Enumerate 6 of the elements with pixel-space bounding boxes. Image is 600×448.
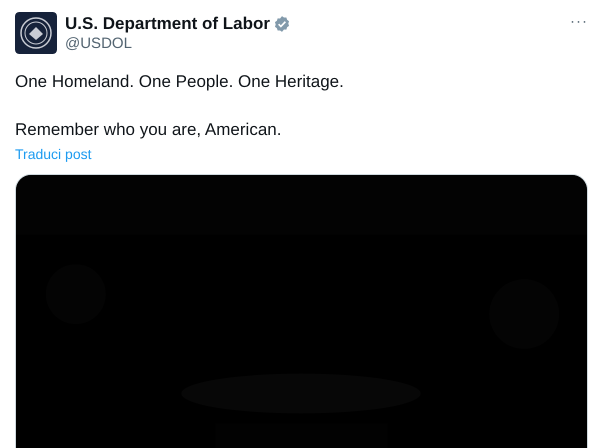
more-button[interactable]: ··· bbox=[570, 14, 588, 29]
author-handle[interactable]: @USDOL bbox=[65, 34, 291, 54]
author-name[interactable]: U.S. Department of Labor bbox=[65, 14, 270, 34]
post-text: Remember who you are, American. bbox=[15, 119, 282, 141]
seal-avatar-icon[interactable] bbox=[15, 12, 57, 54]
post-text: One Homeland. One People. One Heritage. bbox=[15, 71, 345, 93]
